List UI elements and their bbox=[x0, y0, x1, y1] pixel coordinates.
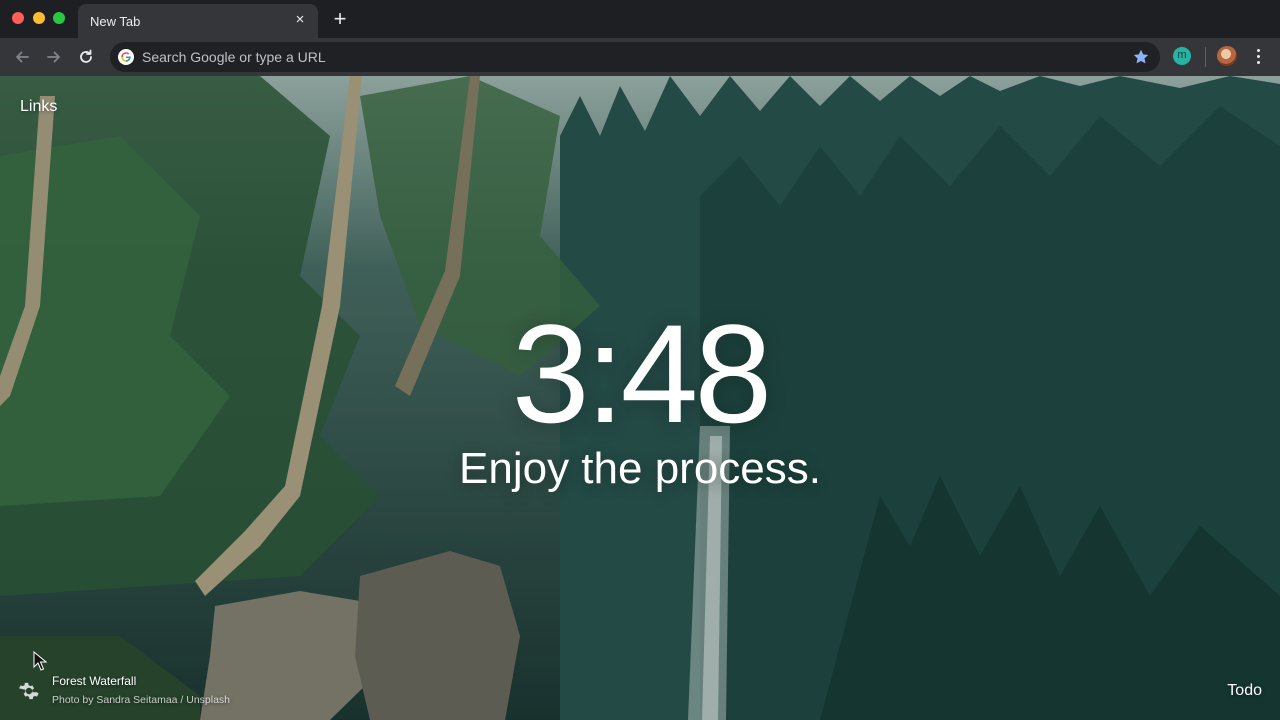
window-maximize-button[interactable] bbox=[53, 12, 65, 24]
extension-letter: m bbox=[1177, 49, 1187, 61]
kebab-menu-icon[interactable] bbox=[1252, 46, 1264, 68]
tab-close-icon[interactable]: × bbox=[290, 10, 310, 30]
profile-avatar[interactable] bbox=[1217, 46, 1237, 66]
clock-time: 3:48 bbox=[511, 295, 772, 452]
dashboard-page: Links 3:48 Enjoy the process. Forest Wat… bbox=[0, 76, 1280, 720]
omnibox[interactable]: Search Google or type a URL bbox=[110, 42, 1160, 72]
forward-arrow-icon[interactable] bbox=[43, 46, 65, 68]
tab-title: New Tab bbox=[90, 14, 141, 29]
mouse-cursor-icon bbox=[33, 651, 47, 671]
settings-gear-icon[interactable] bbox=[18, 680, 40, 702]
omnibox-placeholder: Search Google or type a URL bbox=[142, 49, 326, 65]
window-close-button[interactable] bbox=[12, 12, 24, 24]
photo-credit[interactable]: Photo by Sandra Seitamaa / Unsplash bbox=[52, 694, 230, 706]
toolbar-separator bbox=[1205, 47, 1206, 67]
links-button[interactable]: Links bbox=[20, 98, 57, 116]
window-minimize-button[interactable] bbox=[33, 12, 45, 24]
browser-toolbar: Search Google or type a URL bbox=[0, 38, 1280, 76]
reload-icon[interactable] bbox=[75, 46, 97, 68]
todo-button[interactable]: Todo bbox=[1227, 682, 1262, 700]
tab-new-tab[interactable]: New Tab × bbox=[78, 4, 318, 38]
new-tab-button[interactable]: + bbox=[329, 8, 351, 30]
back-arrow-icon[interactable] bbox=[11, 46, 33, 68]
google-g-icon bbox=[118, 49, 134, 65]
photo-title[interactable]: Forest Waterfall bbox=[52, 674, 136, 688]
mantra-text: Enjoy the process. bbox=[459, 444, 821, 493]
extension-icon[interactable]: m bbox=[1173, 47, 1191, 65]
tab-strip: New Tab × + bbox=[0, 0, 1280, 38]
bookmark-star-icon[interactable] bbox=[1132, 48, 1150, 66]
